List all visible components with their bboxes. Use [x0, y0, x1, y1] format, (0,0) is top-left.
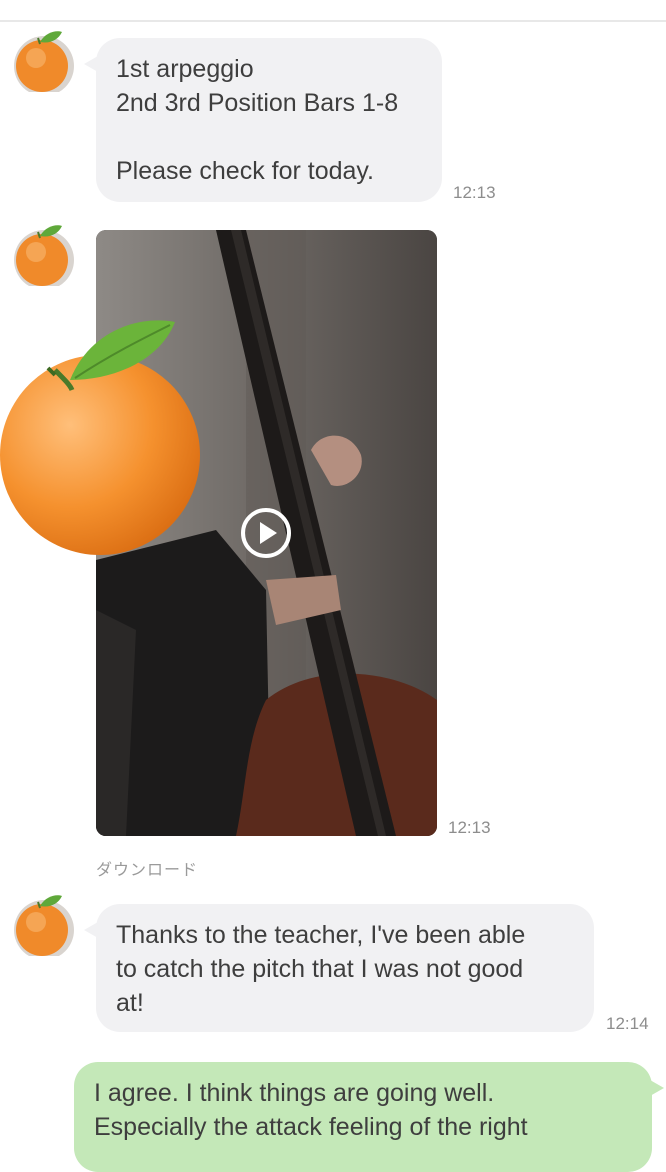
top-divider [0, 20, 666, 22]
message-line: 1st arpeggio [116, 55, 254, 83]
message-line: Please check for today. [116, 157, 375, 185]
download-link[interactable]: ダウンロード [96, 856, 198, 880]
contact-avatar-orange-icon[interactable] [12, 28, 76, 92]
outgoing-message-bubble[interactable]: I agree. I think things are going well. … [74, 1062, 664, 1172]
message-timestamp: 12:13 [453, 183, 496, 202]
message-timestamp: 12:14 [606, 1014, 649, 1033]
message-bubble[interactable]: 1st arpeggio 2nd 3rd Position Bars 1-8 P… [84, 38, 442, 202]
orange-emoji-overlay-icon [0, 320, 200, 555]
message-line: Thanks to the teacher, I've been able [116, 921, 526, 949]
message-line-blank [116, 120, 422, 154]
message-line: at! [116, 989, 144, 1017]
message-bubble[interactable]: Thanks to the teacher, I've been able to… [84, 904, 594, 1032]
message-timestamp: 12:13 [448, 818, 491, 837]
message-line: to catch the pitch that I was not good [116, 955, 524, 983]
message-line: Especially the attack feeling of the rig… [94, 1113, 528, 1141]
message-line: 2nd 3rd Position Bars 1-8 [116, 89, 399, 117]
contact-avatar-orange-icon[interactable] [12, 892, 76, 956]
message-line: I agree. I think things are going well. [94, 1079, 495, 1107]
play-button-icon[interactable] [240, 507, 292, 559]
contact-avatar-orange-icon[interactable] [12, 222, 76, 286]
